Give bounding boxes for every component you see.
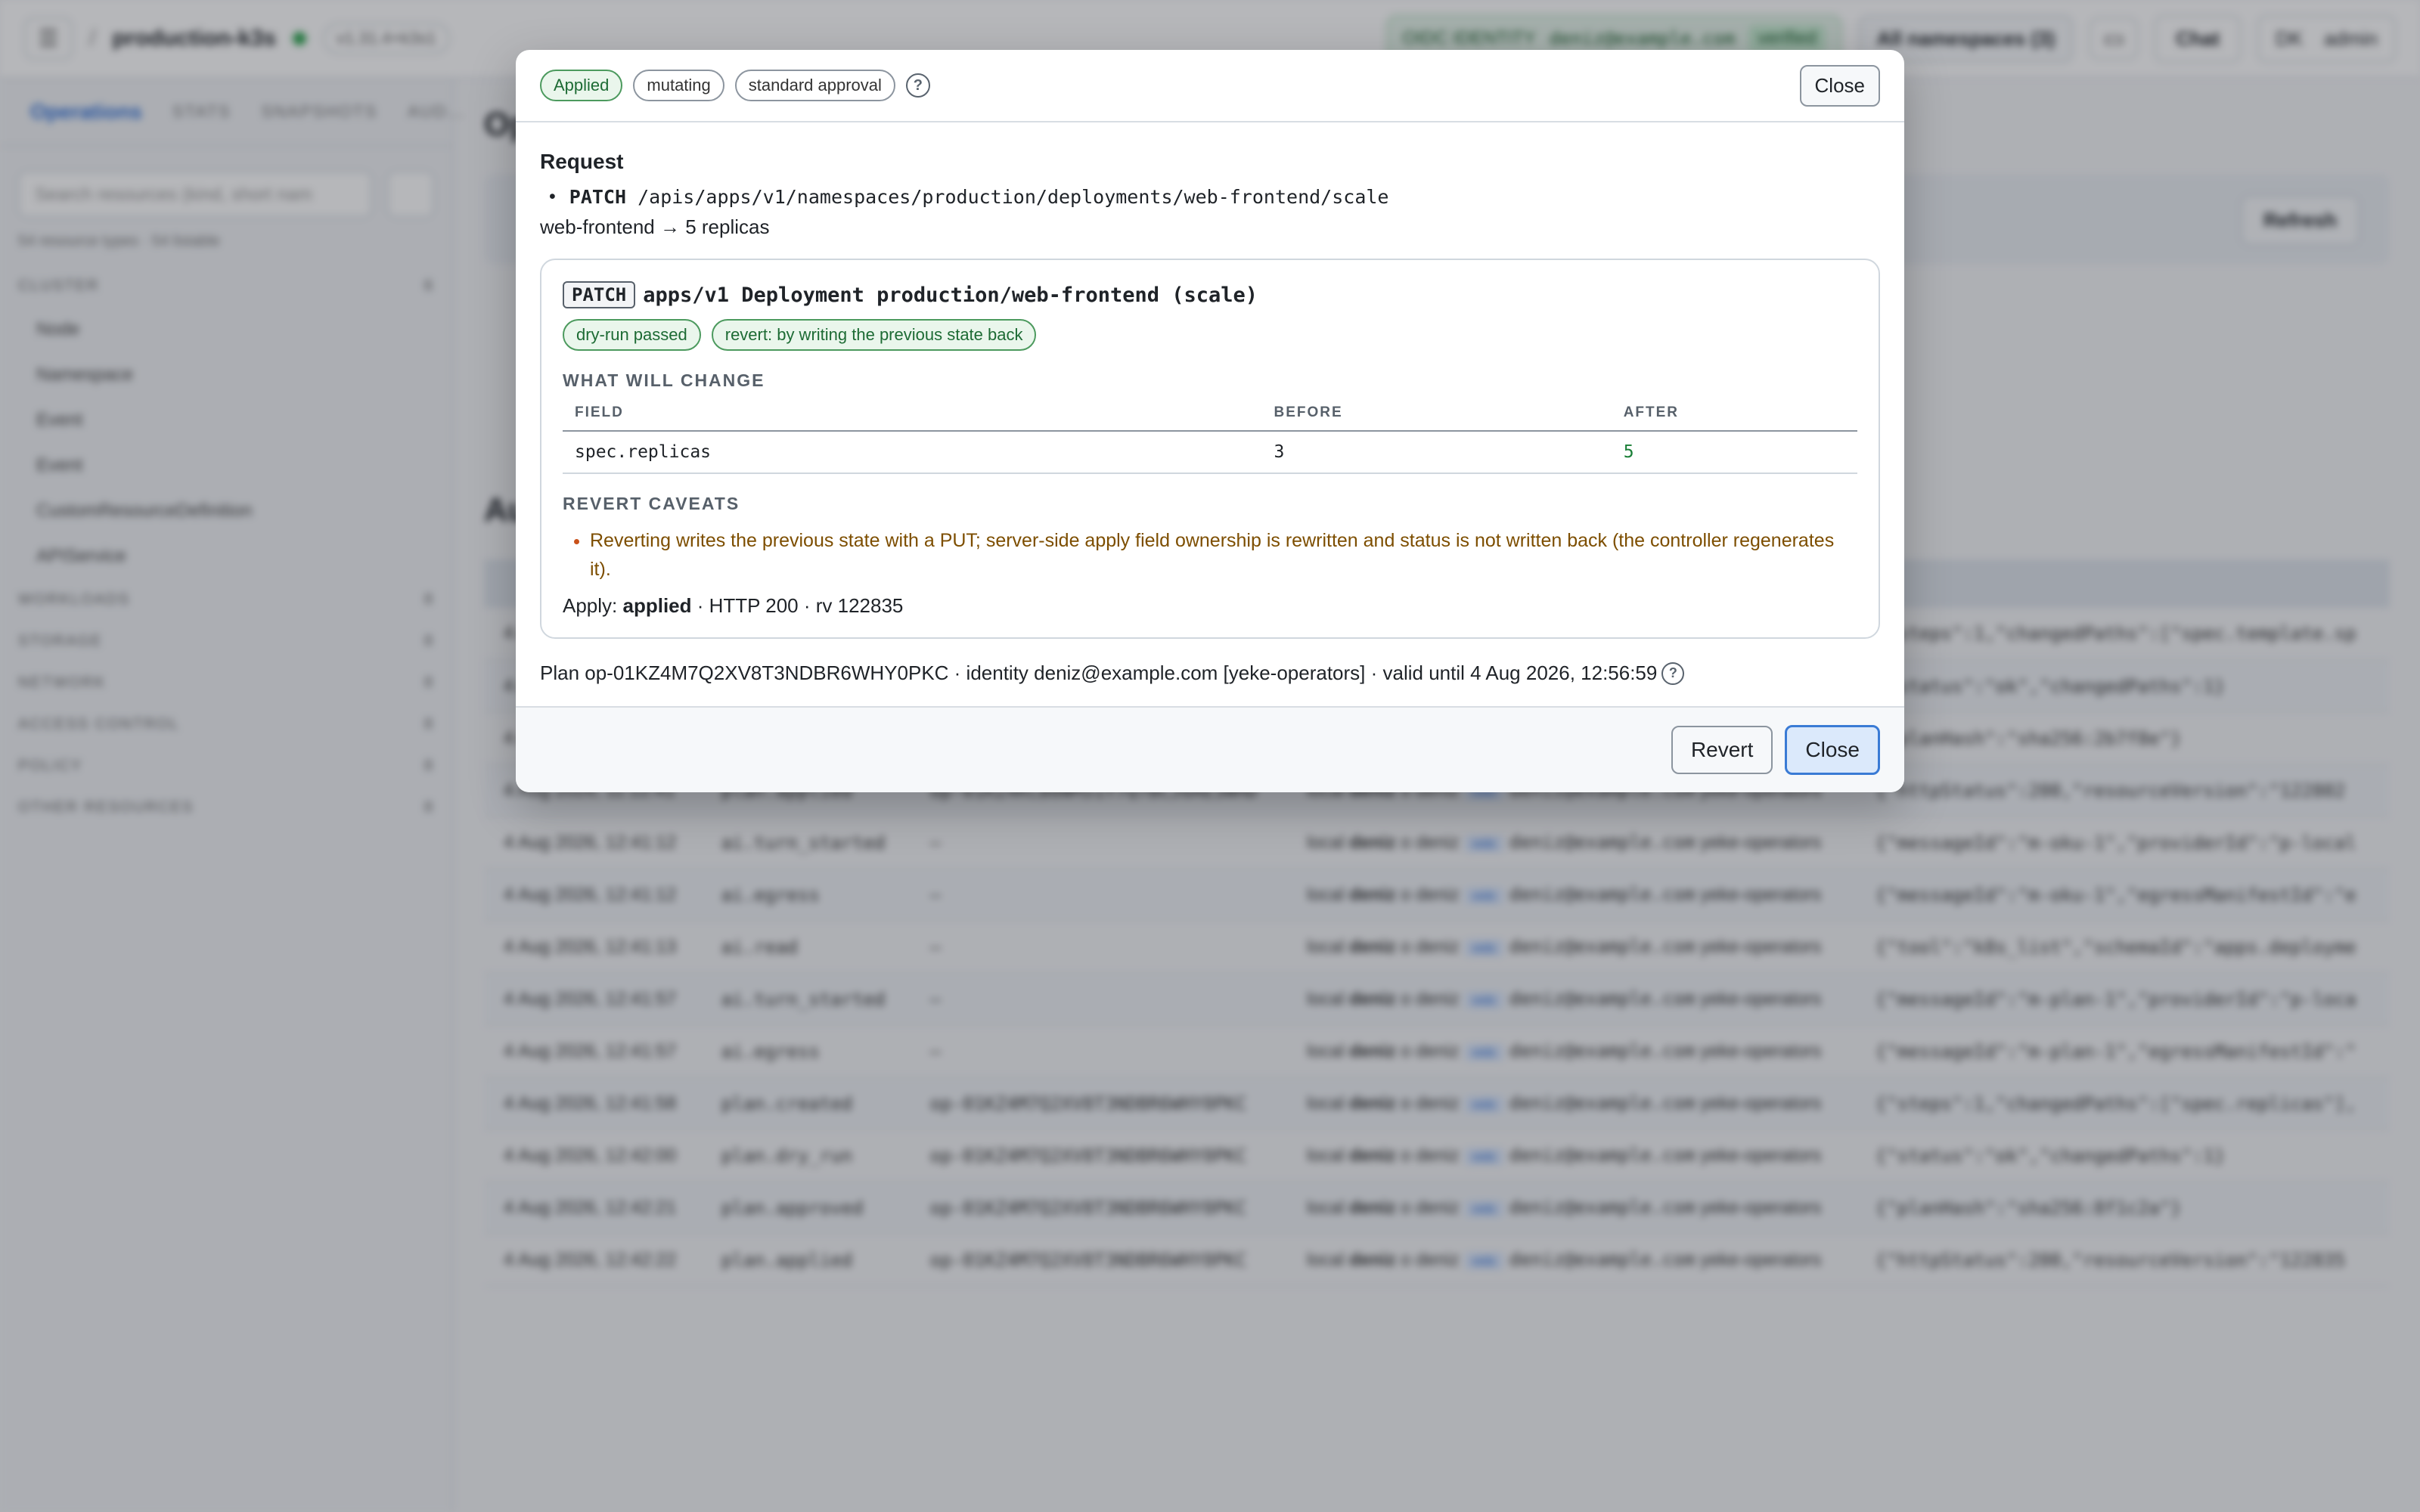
request-method: PATCH xyxy=(569,186,627,208)
changes-table: FIELD BEFORE AFTER spec.replicas 3 5 xyxy=(563,404,1857,474)
table-row: spec.replicas 3 5 xyxy=(563,431,1857,474)
close-button-header[interactable]: Close xyxy=(1799,64,1880,107)
badge-mutating: mutating xyxy=(633,70,724,101)
bullet: • xyxy=(549,186,556,207)
operation-verb-badge: PATCH xyxy=(563,281,636,308)
caveats-list: Reverting writes the previous state with… xyxy=(563,526,1857,584)
plan-help-icon[interactable]: ? xyxy=(1661,662,1685,685)
dialog-footer: Revert Close xyxy=(516,706,1904,792)
caveats-title: REVERT CAVEATS xyxy=(563,494,740,513)
request-title: Request xyxy=(540,150,624,173)
plan-info-text: Plan op-01KZ4M7Q2XV8T3NDBR6WHY0PKC · ide… xyxy=(540,662,1658,684)
request-line: • PATCH /apis/apps/v1/namespaces/product… xyxy=(549,186,1880,208)
change-field: spec.replicas xyxy=(563,431,1262,474)
request-path: /apis/apps/v1/namespaces/production/depl… xyxy=(638,186,1389,208)
change-after: 5 xyxy=(1611,431,1857,474)
change-before: 3 xyxy=(1261,431,1612,474)
badge-approval: standard approval xyxy=(734,70,895,101)
column-field: FIELD xyxy=(563,404,1262,432)
apply-status: applied xyxy=(622,594,692,617)
column-before: BEFORE xyxy=(1261,404,1612,432)
operation-card: PATCH apps/v1 Deployment production/web-… xyxy=(540,259,1880,639)
changes-title: WHAT WILL CHANGE xyxy=(563,370,765,390)
column-after: AFTER xyxy=(1611,404,1857,432)
close-button[interactable]: Close xyxy=(1785,725,1880,775)
help-icon[interactable]: ? xyxy=(905,73,930,98)
plan-info: Plan op-01KZ4M7Q2XV8T3NDBR6WHY0PKC · ide… xyxy=(540,662,1880,685)
chip-dry-run: dry-run passed xyxy=(563,319,701,351)
request-summary: web-frontend → 5 replicas xyxy=(540,215,770,238)
operation-title: PATCH apps/v1 Deployment production/web-… xyxy=(563,281,1857,308)
apply-result: Apply: applied · HTTP 200 · rv 122835 xyxy=(563,594,904,617)
dialog-body: Request • PATCH /apis/apps/v1/namespaces… xyxy=(516,122,1904,685)
revert-button[interactable]: Revert xyxy=(1671,726,1773,774)
operation-resource: apps/v1 Deployment production/web-fronte… xyxy=(643,283,1258,307)
caveat-item: Reverting writes the previous state with… xyxy=(590,526,1857,584)
plan-detail-dialog: Applied mutating standard approval ? Clo… xyxy=(516,50,1904,792)
chip-revert-strategy: revert: by writing the previous state ba… xyxy=(711,319,1037,351)
status-badge-applied: Applied xyxy=(540,70,623,101)
operation-chips: dry-run passed revert: by writing the pr… xyxy=(563,319,1857,351)
dialog-header: Applied mutating standard approval ? Clo… xyxy=(516,50,1904,122)
